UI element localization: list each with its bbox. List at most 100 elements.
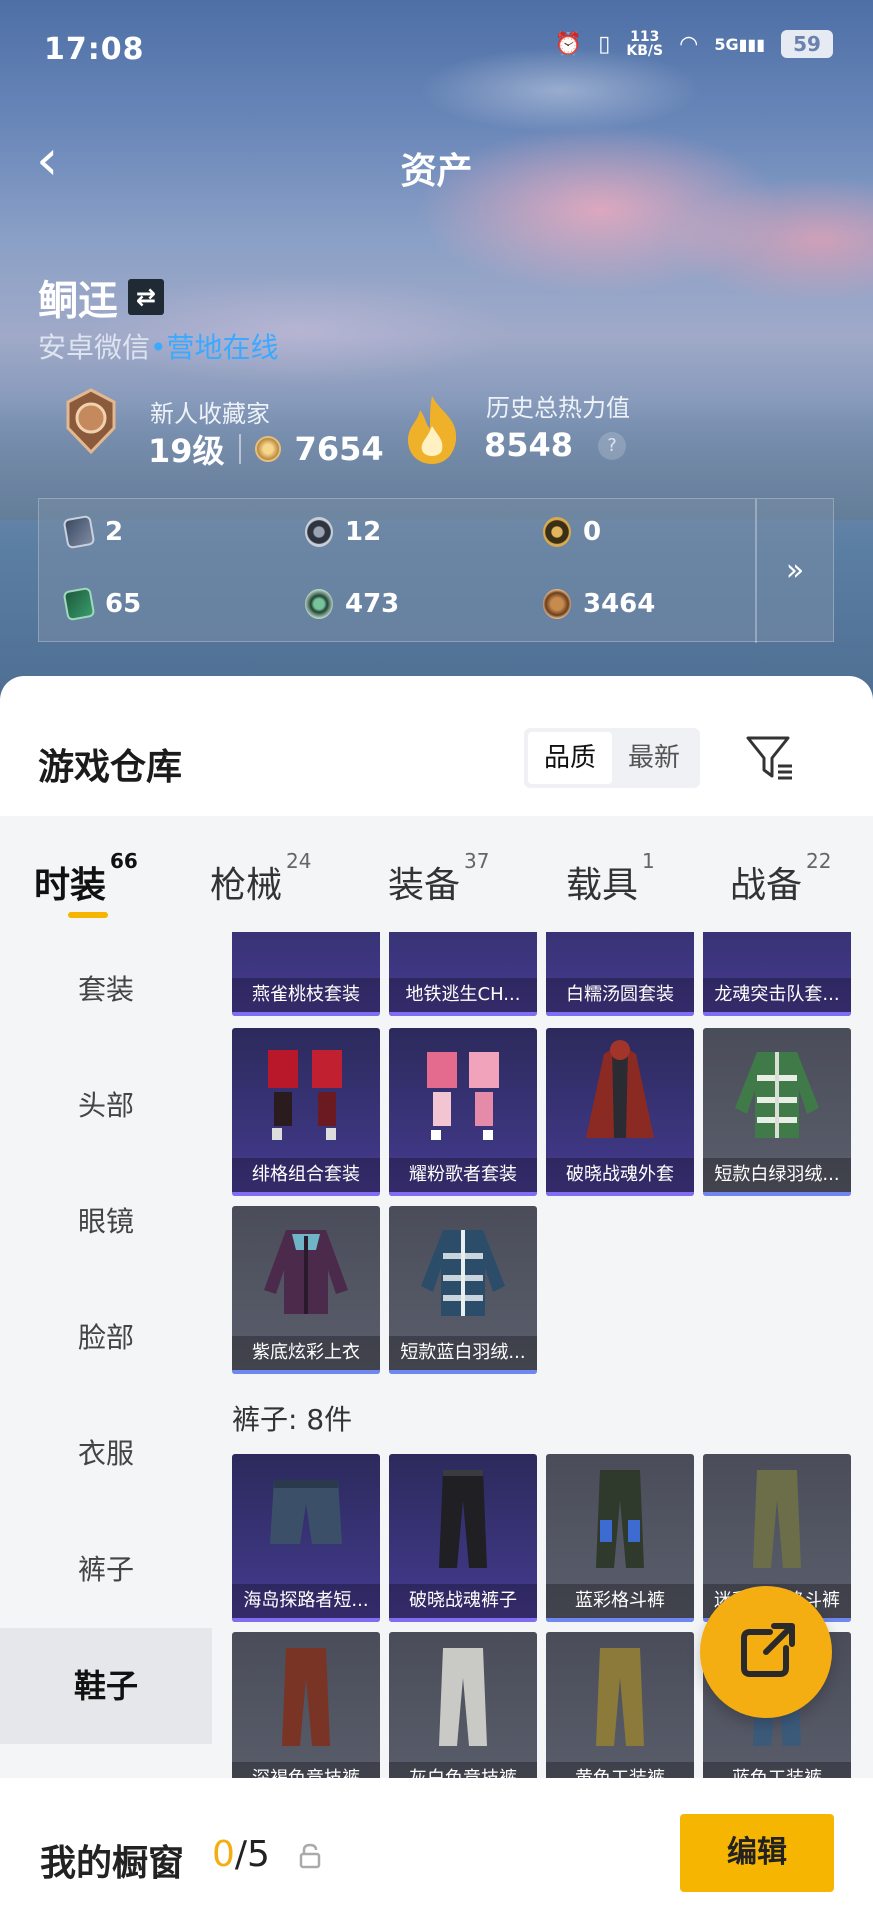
jacket-icon — [421, 1230, 505, 1316]
assets-more-button[interactable]: » — [755, 499, 833, 643]
active-tab-indicator — [68, 912, 108, 918]
switch-account-icon[interactable]: ⇄ — [128, 279, 164, 315]
filter-icon[interactable] — [744, 732, 796, 784]
warehouse-title: 游戏仓库 — [38, 747, 183, 788]
level-row: 19级 7654 — [148, 426, 384, 472]
tab-supplies[interactable]: 战备22 — [730, 849, 831, 908]
collector-title: 新人收藏家 — [150, 400, 270, 428]
asset-item: 12 — [305, 517, 381, 547]
tab-label: 装备 — [388, 865, 461, 906]
lock-icon — [299, 1843, 321, 1869]
share-button[interactable] — [700, 1586, 832, 1718]
item-tile[interactable]: 破晓战魂外套 — [546, 1028, 694, 1196]
edit-button[interactable]: 编辑 — [680, 1814, 834, 1892]
level-value: 19级 — [148, 432, 225, 470]
item-name: 耀粉歌者套装 — [389, 1158, 537, 1192]
item-name: 白糯汤圆套装 — [546, 978, 694, 1012]
item-name: 灰白色竞技裤 — [389, 1762, 537, 1778]
user-name-row: 鲖迋 ⇄ — [38, 268, 164, 326]
signal-icon: 5G▮▮▮ — [714, 34, 765, 54]
tab-label: 枪械 — [210, 865, 283, 906]
item-tile[interactable]: 绯格组合套装 — [232, 1028, 380, 1196]
green-card-icon — [62, 586, 96, 622]
pants-icon — [596, 1648, 644, 1746]
asset-value: 473 — [345, 589, 400, 619]
rarity-bar — [703, 1012, 851, 1016]
asset-value: 2 — [105, 517, 124, 547]
item-tile[interactable]: 地铁逃生CH... — [389, 932, 537, 1016]
asset-item: 473 — [305, 589, 399, 619]
tab-equipment[interactable]: 装备37 — [388, 849, 489, 908]
tab-count: 22 — [806, 849, 832, 873]
sidebar-item-sets[interactable]: 套装 — [0, 932, 212, 1048]
outfit-icon — [427, 1052, 499, 1140]
vibrate-icon: ▯ — [598, 31, 611, 57]
net-speed: 113 KB/S — [626, 30, 663, 58]
item-name: 破晓战魂外套 — [546, 1158, 694, 1192]
asset-value: 0 — [583, 517, 602, 547]
asset-item: 2 — [62, 514, 124, 550]
item-tile[interactable]: 灰白色竞技裤 — [389, 1632, 537, 1778]
tab-guns[interactable]: 枪械24 — [210, 849, 311, 908]
sidebar-item-face[interactable]: 脸部 — [0, 1280, 212, 1396]
tab-count: 24 — [286, 849, 312, 873]
item-tile[interactable]: 龙魂突击队套... — [703, 932, 851, 1016]
item-name: 龙魂突击队套... — [703, 978, 851, 1012]
rarity-bar — [232, 1192, 380, 1196]
item-name: 地铁逃生CH... — [389, 978, 537, 1012]
tab-count: 66 — [110, 849, 138, 873]
sidebar-item-shoes[interactable]: 鞋子 — [0, 1628, 212, 1744]
sort-newest[interactable]: 最新 — [612, 732, 696, 784]
outfit-icon — [268, 1050, 342, 1140]
item-name: 蓝色工装裤 — [703, 1762, 851, 1778]
sidebar-item-clothes[interactable]: 衣服 — [0, 1396, 212, 1512]
asset-value: 12 — [345, 517, 382, 547]
tab-label: 战备 — [730, 865, 803, 906]
item-tile[interactable]: 黄色工装裤 — [546, 1632, 694, 1778]
showcase-label: 我的橱窗 — [40, 1843, 185, 1884]
warehouse-panel: 游戏仓库 品质 最新 时装66 枪械24 装备37 载具1 战备22 套装 头部… — [0, 676, 873, 1920]
asset-item: 0 — [543, 517, 601, 547]
sidebar-item-pants[interactable]: 裤子 — [0, 1512, 212, 1628]
item-tile[interactable]: 短款白绿羽绒... — [703, 1028, 851, 1196]
asset-summary[interactable]: 2 12 0 65 473 3464 » — [38, 498, 834, 643]
help-icon[interactable]: ? — [598, 432, 626, 460]
shorts-icon — [270, 1480, 342, 1544]
tab-fashion[interactable]: 时装66 — [34, 849, 138, 908]
item-tile[interactable]: 海岛探路者短... — [232, 1454, 380, 1622]
item-tile[interactable]: 燕雀桃枝套装 — [232, 932, 380, 1016]
item-name: 短款白绿羽绒... — [703, 1158, 851, 1192]
sidebar-item-head[interactable]: 头部 — [0, 1048, 212, 1164]
pants-icon — [439, 1470, 487, 1568]
item-tile[interactable]: 紫底炫彩上衣 — [232, 1206, 380, 1374]
item-tile[interactable]: 短款蓝白羽绒... — [389, 1206, 537, 1374]
item-name: 海岛探路者短... — [232, 1584, 380, 1618]
item-name: 短款蓝白羽绒... — [389, 1336, 537, 1370]
rarity-bar — [232, 1012, 380, 1016]
sort-toggle: 品质 最新 — [524, 728, 700, 788]
showcase-current: 0 — [212, 1834, 235, 1875]
points-coin-icon — [254, 436, 281, 462]
rarity-bar — [389, 1370, 537, 1374]
sort-quality[interactable]: 品质 — [528, 732, 612, 784]
collector-badge-icon — [66, 388, 116, 455]
pants-icon — [596, 1470, 644, 1568]
sidebar-item-glasses[interactable]: 眼镜 — [0, 1164, 212, 1280]
tab-label: 载具 — [566, 865, 639, 906]
pants-section-label: 裤子: 8件 — [232, 1403, 353, 1436]
rarity-bar — [389, 1012, 537, 1016]
tab-vehicles[interactable]: 载具1 — [566, 849, 655, 908]
flame-icon — [408, 396, 457, 464]
rarity-bar — [389, 1192, 537, 1196]
user-platform-row: 安卓微信•营地在线 — [38, 326, 279, 366]
profile-header: 17:08 ⏰ ▯ 113 KB/S ◠ 5G▮▮▮ 59 ‹ 资产 鲖迋 ⇄ 安… — [0, 0, 873, 700]
item-tile[interactable]: 破晓战魂裤子 — [389, 1454, 537, 1622]
item-tile[interactable]: 蓝彩格斗裤 — [546, 1454, 694, 1622]
card-icon — [62, 514, 96, 550]
item-tile[interactable]: 白糯汤圆套装 — [546, 932, 694, 1016]
item-name: 紫底炫彩上衣 — [232, 1336, 380, 1370]
item-tile[interactable]: 深褐色竞技裤 — [232, 1632, 380, 1778]
showcase-total: /5 — [234, 1834, 270, 1875]
item-tile[interactable]: 耀粉歌者套装 — [389, 1028, 537, 1196]
silver-coin-icon — [305, 517, 333, 547]
